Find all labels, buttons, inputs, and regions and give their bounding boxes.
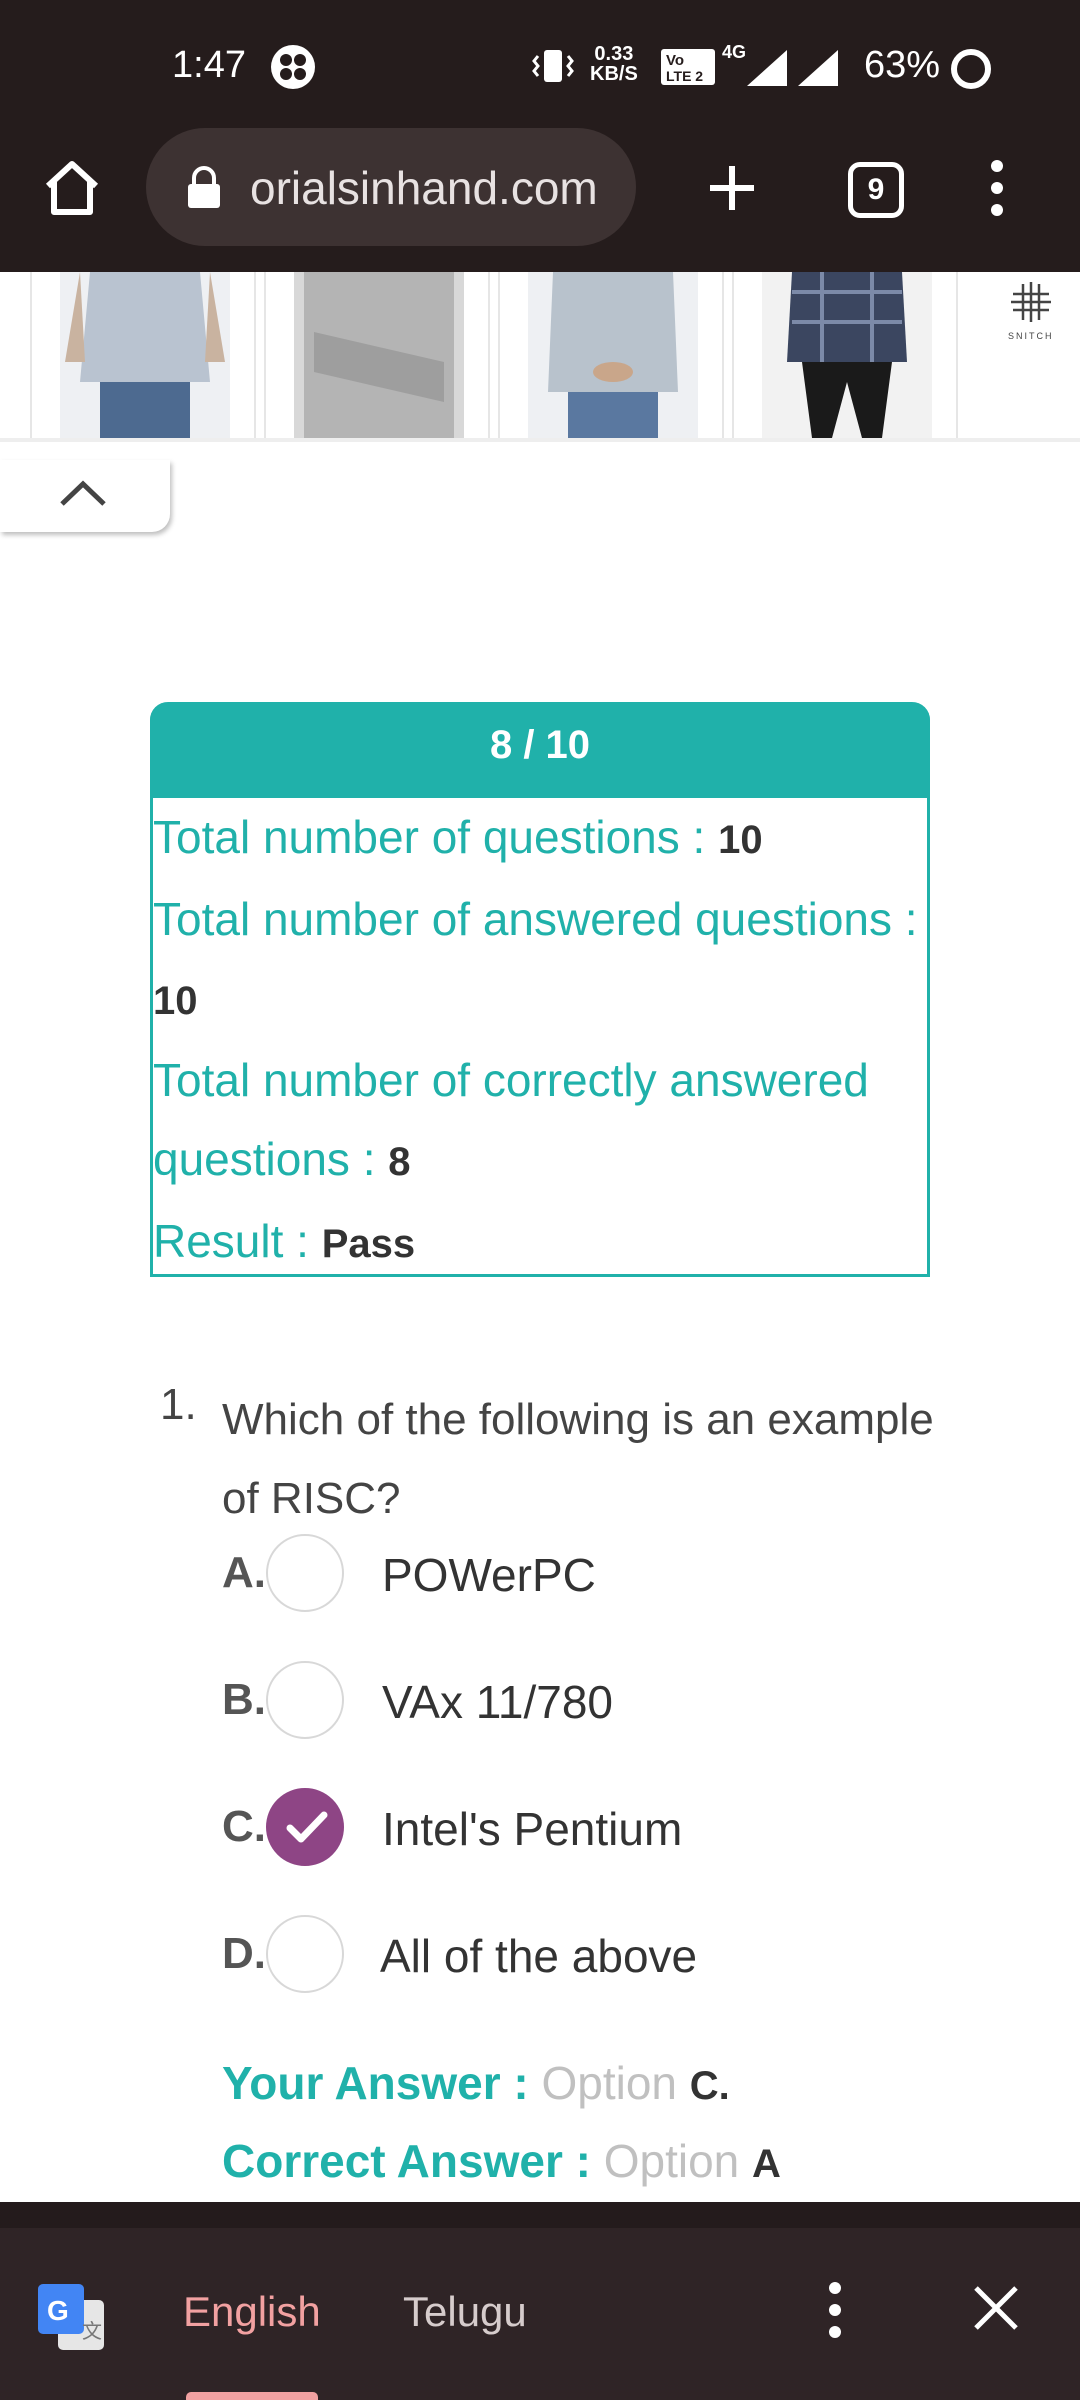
language-tab-english[interactable]: English xyxy=(183,2288,321,2336)
option-letter: D. xyxy=(222,1929,266,1978)
lock-icon xyxy=(188,166,220,208)
question-number: 1. xyxy=(160,1380,197,1429)
chevron-up-icon xyxy=(60,480,106,506)
volte-icon: Vo LTE 2 xyxy=(661,49,715,85)
battery-percent: 63% xyxy=(864,44,941,86)
option-radio[interactable] xyxy=(266,1534,344,1612)
plus-icon[interactable] xyxy=(704,160,760,216)
ad-banner[interactable]: SNITCH xyxy=(0,272,1080,442)
speed-unit: KB/S xyxy=(590,63,638,85)
correct-answer-value: A xyxy=(752,2142,781,2186)
shirt-photo-1 xyxy=(60,272,230,438)
more-vert-icon[interactable] xyxy=(990,158,1004,218)
brand-name: SNITCH xyxy=(1008,331,1054,341)
score-header: 8 / 10 xyxy=(150,702,930,798)
option-label: VAx 11/780 xyxy=(382,1676,614,1728)
translate-bar: G 文 English Telugu xyxy=(0,2202,1080,2400)
question-text: Which of the following is an example of … xyxy=(222,1395,934,1523)
check-icon xyxy=(286,1811,328,1843)
answered-questions-value: 10 xyxy=(153,979,198,1023)
correct-answers-value: 8 xyxy=(388,1140,411,1184)
total-questions-label: Total number of questions : xyxy=(153,811,719,863)
correct-answers-line: Total number of correctly answered quest… xyxy=(153,1041,927,1202)
battery-icon xyxy=(951,49,991,89)
snitch-logo-icon xyxy=(1010,282,1051,322)
answered-questions-line: Total number of answered questions : 10 xyxy=(153,880,927,1041)
your-answer-line: Your Answer : Option C. xyxy=(222,2056,730,2110)
correct-answer-prefix: Option xyxy=(603,2135,753,2187)
ad-product-1[interactable] xyxy=(30,272,256,438)
brand-logo[interactable]: SNITCH xyxy=(1008,280,1054,341)
svg-text:G: G xyxy=(47,2295,69,2326)
correct-answers-label: Total number of correctly answered quest… xyxy=(153,1054,869,1185)
home-icon[interactable] xyxy=(40,156,104,220)
network-speed: 0.33 KB/S xyxy=(590,44,638,84)
option-radio[interactable] xyxy=(266,1661,344,1739)
browser-toolbar: orialsinhand.com 9 xyxy=(0,128,1080,272)
selected-language-indicator xyxy=(186,2392,318,2400)
svg-text:LTE 2: LTE 2 xyxy=(666,68,703,84)
result-value: Pass xyxy=(321,1222,416,1266)
shirt-photo-2 xyxy=(294,272,464,438)
result-stats: Total number of questions : 10 Total num… xyxy=(153,798,927,1284)
shirt-photo-3 xyxy=(528,272,698,438)
app-notification-icon xyxy=(271,45,315,89)
signal-icon xyxy=(747,50,787,86)
option-letter: C. xyxy=(222,1802,266,1851)
vibrate-icon xyxy=(532,50,574,82)
svg-text:Vo: Vo xyxy=(666,52,684,69)
option-label: Intel's Pentium xyxy=(382,1803,683,1855)
signal-icon-2 xyxy=(798,50,838,86)
status-bar: 1:47 0.33 KB/S Vo LTE 2 4G 63% xyxy=(0,0,1080,130)
ad-product-4[interactable] xyxy=(732,272,958,438)
result-label: Result : xyxy=(153,1215,322,1267)
option-radio-checked[interactable] xyxy=(266,1788,344,1866)
option-letter: B. xyxy=(222,1675,266,1724)
close-icon[interactable] xyxy=(972,2284,1020,2332)
option-label: POWerPC xyxy=(382,1549,596,1601)
your-answer-label: Your Answer : xyxy=(222,2057,542,2109)
network-type: 4G xyxy=(722,42,747,62)
tab-switcher-button[interactable]: 9 xyxy=(848,162,904,218)
language-tab-telugu[interactable]: Telugu xyxy=(403,2288,527,2336)
answered-questions-label: Total number of answered questions : xyxy=(153,893,918,945)
total-questions-line: Total number of questions : 10 xyxy=(153,798,927,880)
total-questions-value: 10 xyxy=(718,818,763,862)
your-answer-prefix: Option xyxy=(541,2057,690,2109)
ad-product-2[interactable] xyxy=(264,272,490,438)
ad-product-3[interactable] xyxy=(498,272,724,438)
correct-answer-label: Correct Answer : xyxy=(222,2135,604,2187)
option-letter: A. xyxy=(222,1548,266,1597)
option-radio[interactable] xyxy=(266,1915,344,1993)
correct-answer-line: Correct Answer : Option A xyxy=(222,2134,781,2188)
svg-text:文: 文 xyxy=(82,2319,102,2343)
address-bar[interactable]: orialsinhand.com xyxy=(146,128,636,246)
option-label: All of the above xyxy=(380,1930,698,1982)
more-vert-icon[interactable] xyxy=(828,2280,842,2340)
result-line: Result : Pass xyxy=(153,1202,927,1284)
speed-value: 0.33 xyxy=(594,43,634,65)
shirt-photo-4 xyxy=(762,272,932,438)
collapse-ad-button[interactable] xyxy=(0,460,170,532)
your-answer-value: C. xyxy=(689,2064,730,2108)
quiz-result-card: 8 / 10 Total number of questions : 10 To… xyxy=(150,702,930,1277)
google-translate-icon[interactable]: G 文 xyxy=(36,2282,108,2354)
status-time: 1:47 xyxy=(172,44,246,86)
url-text: orialsinhand.com xyxy=(250,162,598,214)
